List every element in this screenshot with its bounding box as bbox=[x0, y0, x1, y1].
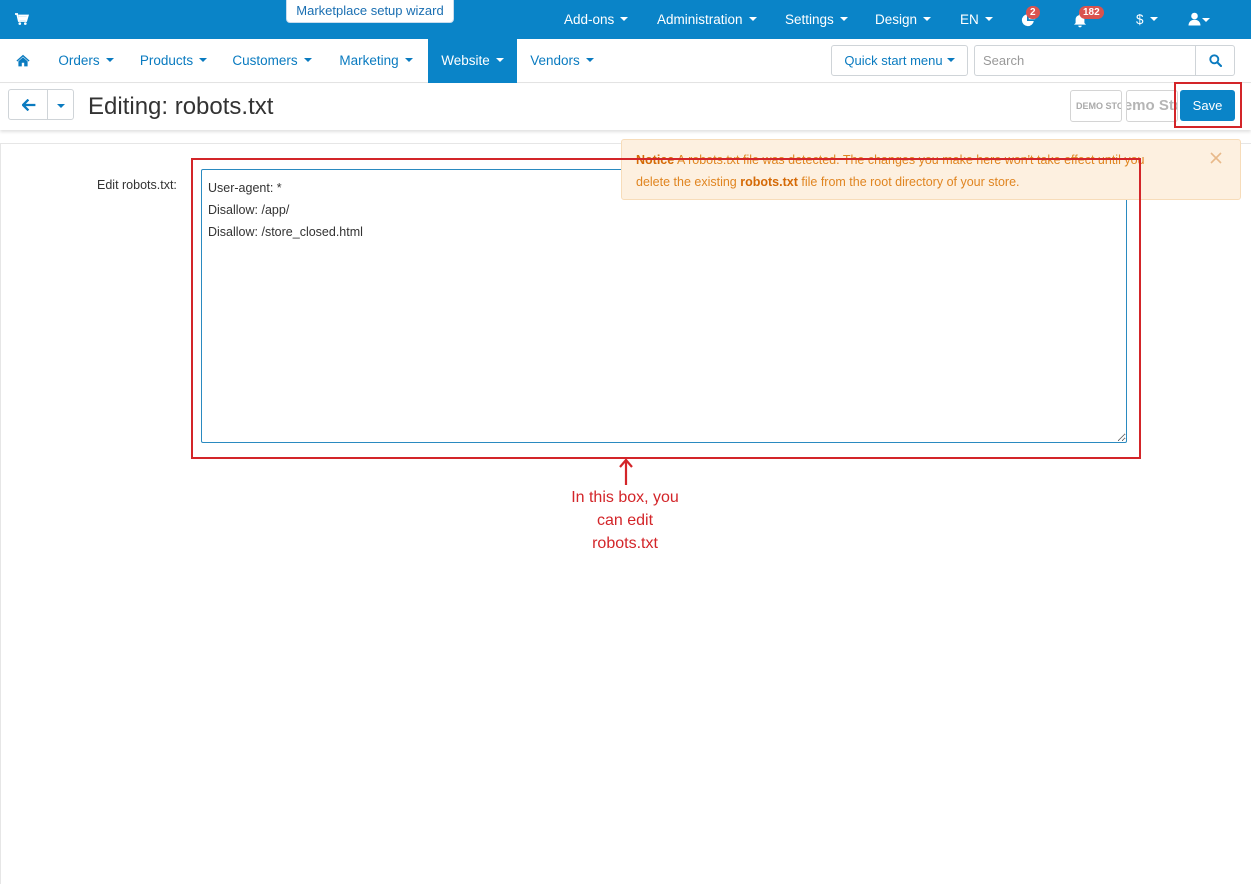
annotation-text: In this box, you can edit robots.txt bbox=[555, 486, 695, 555]
language-selector-label: EN bbox=[960, 12, 979, 27]
chevron-down-icon bbox=[585, 57, 594, 62]
alerts-button[interactable]: 182 bbox=[1071, 0, 1111, 39]
top-menu-administration-label: Administration bbox=[657, 12, 743, 27]
back-dropdown-button[interactable] bbox=[47, 89, 74, 120]
chevron-down-icon bbox=[1202, 18, 1210, 22]
top-menu-design[interactable]: Design bbox=[875, 0, 932, 39]
user-menu[interactable] bbox=[1188, 0, 1220, 39]
arrow-left-icon bbox=[22, 99, 36, 111]
home-link[interactable] bbox=[8, 39, 36, 83]
annotation-line-2: can edit bbox=[596, 512, 654, 529]
alerts-badge: 182 bbox=[1079, 6, 1104, 19]
nav-website[interactable]: Website bbox=[428, 39, 517, 83]
top-menu-addons-label: Add-ons bbox=[564, 12, 615, 27]
nav-customers[interactable]: Customers bbox=[224, 39, 320, 83]
quick-start-menu-label: Quick start menu bbox=[844, 53, 943, 68]
chevron-down-icon bbox=[199, 57, 208, 62]
notifications-badge: 2 bbox=[1026, 6, 1040, 19]
user-icon bbox=[1188, 12, 1201, 26]
page-title: Editing: robots.txt bbox=[88, 93, 274, 120]
language-selector[interactable]: EN bbox=[960, 0, 993, 39]
cart-icon[interactable] bbox=[14, 11, 30, 27]
search-icon bbox=[1209, 54, 1222, 67]
close-icon[interactable] bbox=[1209, 151, 1223, 165]
top-menu-design-label: Design bbox=[875, 12, 918, 27]
annotation-line-1: In this box, you bbox=[571, 489, 679, 506]
top-menu-settings-label: Settings bbox=[785, 12, 834, 27]
chevron-down-icon bbox=[105, 57, 114, 62]
chevron-down-icon bbox=[923, 16, 932, 21]
chevron-down-icon bbox=[404, 57, 413, 62]
page-title-bar: Editing: robots.txt DEMO STORE Demo Stor… bbox=[0, 84, 1251, 130]
nav-vendors-label: Vendors bbox=[530, 53, 580, 68]
chevron-down-icon bbox=[495, 57, 504, 62]
annotation-line-3: robots.txt bbox=[592, 535, 658, 552]
search-input[interactable] bbox=[974, 45, 1195, 76]
marketplace-setup-wizard-button[interactable]: Marketplace setup wizard bbox=[286, 0, 454, 23]
demo-store-logo-large-text: Demo Store bbox=[1127, 97, 1177, 114]
edit-robots-label: Edit robots.txt: bbox=[97, 178, 177, 192]
chevron-down-icon bbox=[748, 16, 757, 21]
nav-marketing-label: Marketing bbox=[339, 53, 399, 68]
top-menu-addons[interactable]: Add-ons bbox=[564, 0, 629, 39]
nav-marketing[interactable]: Marketing bbox=[329, 39, 423, 83]
chevron-down-icon bbox=[620, 16, 629, 21]
back-button[interactable] bbox=[8, 89, 48, 120]
currency-selector[interactable]: $ bbox=[1136, 0, 1158, 39]
annotation-save-highlight bbox=[1174, 82, 1242, 128]
quick-start-menu-button[interactable]: Quick start menu bbox=[831, 45, 968, 76]
top-menu-settings[interactable]: Settings bbox=[785, 0, 848, 39]
chevron-down-icon bbox=[1149, 16, 1158, 21]
chevron-down-icon bbox=[946, 58, 955, 63]
main-nav: Orders Products Customers Marketing Webs… bbox=[0, 39, 1251, 83]
nav-customers-label: Customers bbox=[232, 53, 298, 68]
annotation-editor-highlight bbox=[191, 158, 1141, 459]
arrow-up-icon bbox=[619, 458, 633, 485]
top-menu-administration[interactable]: Administration bbox=[657, 0, 757, 39]
chevron-down-icon bbox=[839, 16, 848, 21]
nav-products[interactable]: Products bbox=[131, 39, 216, 83]
top-bar: Marketplace setup wizard Add-ons Adminis… bbox=[0, 0, 1251, 39]
demo-store-logo-small[interactable]: DEMO STORE bbox=[1070, 90, 1122, 122]
home-icon bbox=[16, 54, 30, 67]
chevron-down-icon bbox=[303, 57, 312, 62]
notifications-button[interactable]: 2 bbox=[1018, 0, 1042, 39]
nav-products-label: Products bbox=[139, 53, 194, 68]
currency-selector-label: $ bbox=[1136, 12, 1144, 27]
nav-orders[interactable]: Orders bbox=[47, 39, 125, 83]
demo-store-logo-large[interactable]: Demo Store bbox=[1126, 90, 1178, 122]
search-button[interactable] bbox=[1195, 45, 1235, 76]
nav-orders-label: Orders bbox=[58, 53, 100, 68]
chevron-down-icon bbox=[984, 16, 993, 21]
nav-website-label: Website bbox=[441, 53, 490, 68]
chevron-down-icon bbox=[57, 104, 65, 108]
nav-vendors[interactable]: Vendors bbox=[522, 39, 602, 83]
